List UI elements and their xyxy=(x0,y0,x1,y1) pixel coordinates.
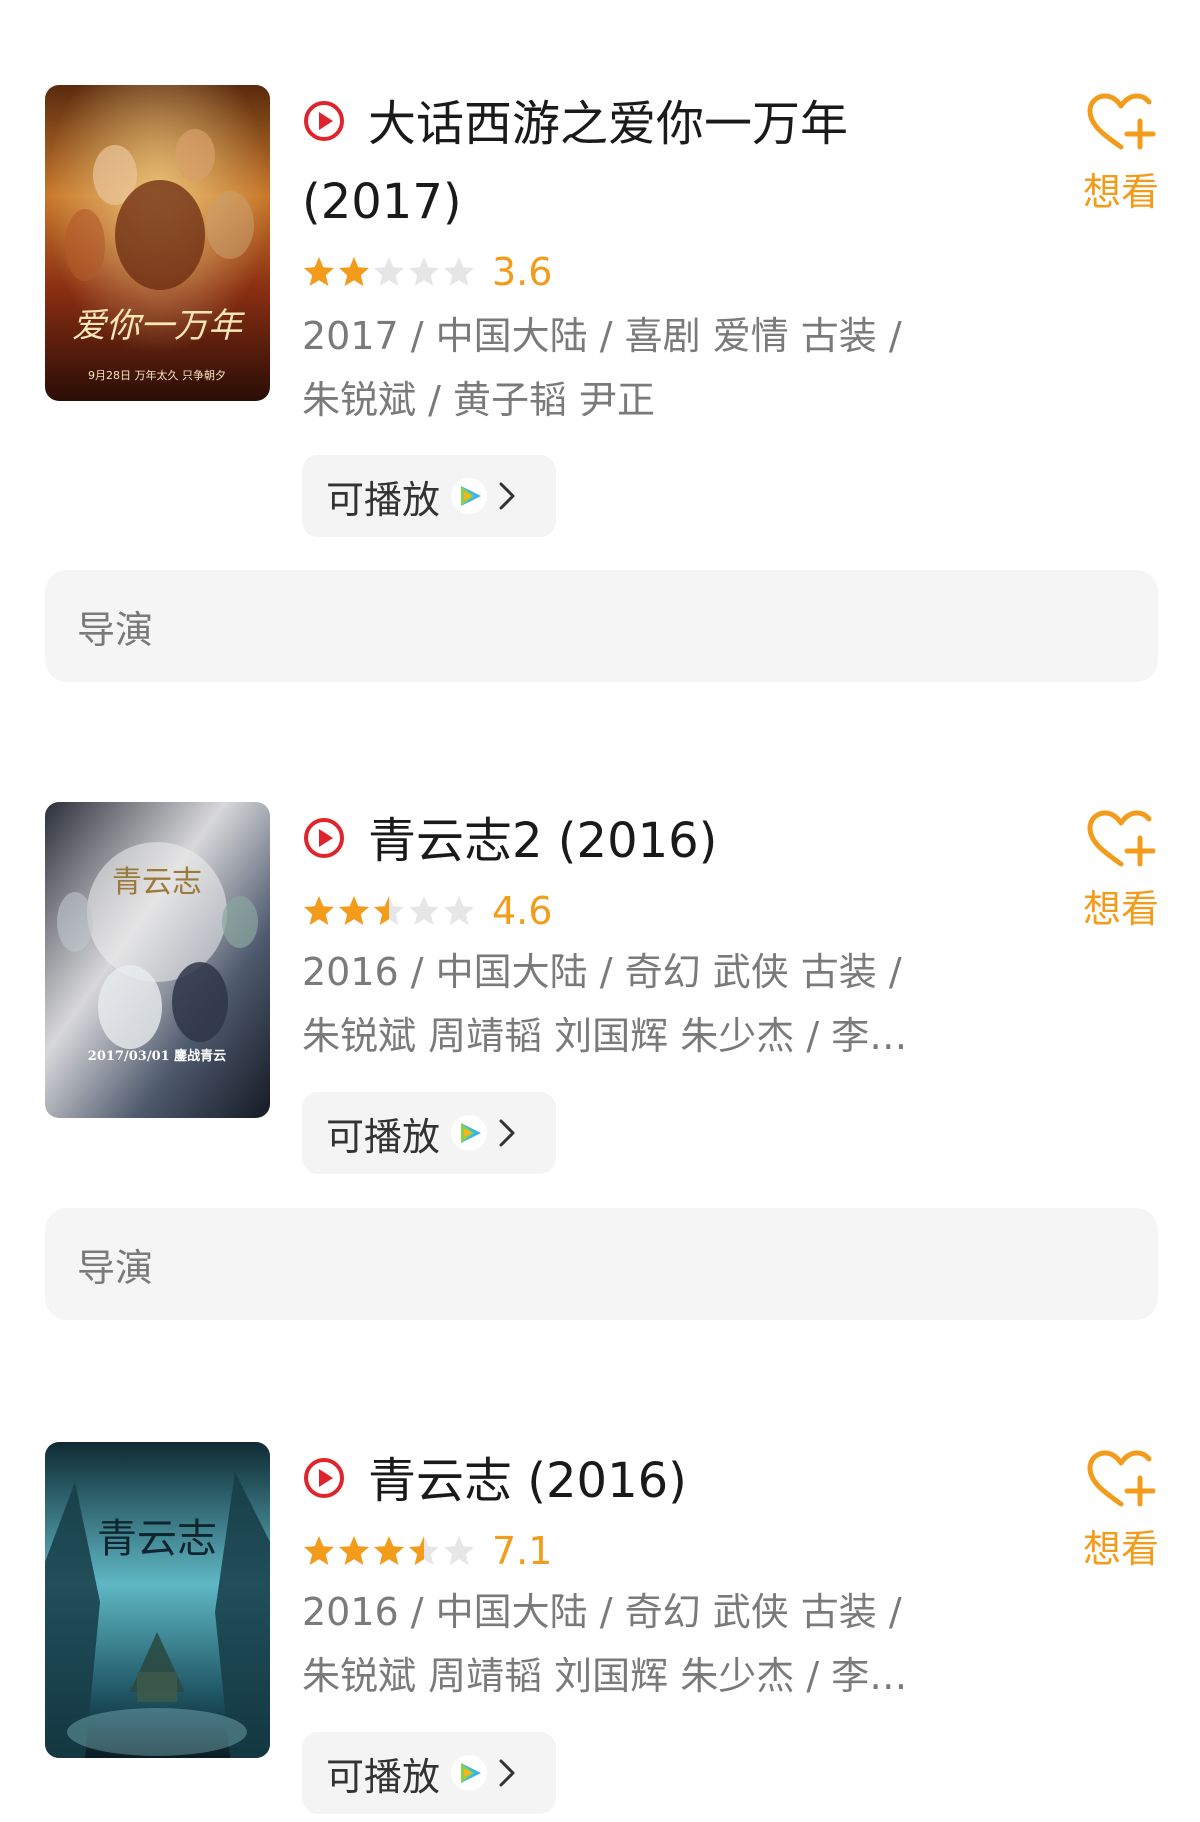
rating-row: 7.1 xyxy=(302,1529,553,1573)
star-icon xyxy=(374,896,389,925)
heart-plus-icon xyxy=(1087,810,1156,867)
want-to-watch-button[interactable]: 想看 xyxy=(1076,1448,1166,1573)
poster-caption: 9月28日 万年太久 只争朝夕 xyxy=(88,368,226,382)
movie-title[interactable]: 青云志2 (2016) xyxy=(302,802,922,880)
star-icon xyxy=(304,896,334,925)
tencent-video-icon xyxy=(451,1115,488,1151)
poster-image: 青云志 xyxy=(45,1442,270,1758)
tencent-video-icon xyxy=(451,1755,488,1791)
playable-button[interactable]: 可播放 xyxy=(302,1092,556,1174)
heart-plus-icon xyxy=(1087,93,1156,150)
movie-title[interactable]: 大话西游之爱你一万年 (2017) xyxy=(302,85,922,241)
director-label: 导演 xyxy=(77,1245,154,1290)
rating-score: 7.1 xyxy=(492,1529,553,1573)
poster-title-text: 青云志 xyxy=(112,865,202,900)
heart-plus-icon xyxy=(1087,1450,1156,1507)
poster-image: 爱你一万年 9月28日 万年太久 只争朝夕 xyxy=(45,85,270,401)
movie-poster[interactable]: 青云志 xyxy=(45,1442,270,1758)
playable-button[interactable]: 可播放 xyxy=(302,455,556,537)
tencent-video-icon xyxy=(451,478,488,514)
poster-caption: 2017/03/01 鏖战青云 xyxy=(88,1048,226,1064)
movie-title[interactable]: 青云志 (2016) xyxy=(302,1442,922,1520)
want-to-watch-button[interactable]: 想看 xyxy=(1076,808,1166,933)
star-icon xyxy=(444,257,474,286)
chevron-right-icon xyxy=(499,1119,515,1147)
poster-title-text: 爱你一万年 xyxy=(72,306,245,346)
director-label: 导演 xyxy=(77,607,154,652)
star-icon xyxy=(339,257,369,286)
star-icon xyxy=(409,896,439,925)
playable-button[interactable]: 可播放 xyxy=(302,1732,556,1814)
star-icon xyxy=(374,257,404,286)
star-rating xyxy=(302,1534,476,1568)
star-icon xyxy=(444,1536,474,1565)
rating-row: 3.6 xyxy=(302,250,553,294)
star-icon xyxy=(339,1536,369,1565)
star-icon xyxy=(304,1536,334,1565)
movie-meta-line2: 朱锐斌 周靖韬 刘国辉 朱少杰 / 李… xyxy=(302,1654,908,1698)
star-icon xyxy=(374,1536,404,1565)
rating-score: 3.6 xyxy=(492,250,553,294)
movie-meta-line1: 2016 / 中国大陆 / 奇幻 武侠 古装 / xyxy=(302,1590,902,1634)
director-bar[interactable]: 导演 xyxy=(45,570,1158,682)
movie-meta-line2: 朱锐斌 / 黄子韬 尹正 xyxy=(302,378,656,422)
want-label: 想看 xyxy=(1082,1527,1159,1571)
star-rating xyxy=(302,255,476,289)
movie-meta-line2: 朱锐斌 周靖韬 刘国辉 朱少杰 / 李… xyxy=(302,1014,908,1058)
star-icon xyxy=(409,257,439,286)
chevron-right-icon xyxy=(499,1759,515,1787)
star-icon xyxy=(339,896,369,925)
poster-title-text: 青云志 xyxy=(97,1516,217,1562)
movie-poster[interactable]: 爱你一万年 9月28日 万年太久 只争朝夕 xyxy=(45,85,270,401)
want-to-watch-button[interactable]: 想看 xyxy=(1076,91,1166,216)
director-bar[interactable]: 导演 xyxy=(45,1208,1158,1320)
star-icon xyxy=(444,896,474,925)
movie-meta-line1: 2016 / 中国大陆 / 奇幻 武侠 古装 / xyxy=(302,950,902,994)
playable-label: 可播放 xyxy=(326,477,441,522)
rating-row: 4.6 xyxy=(302,889,553,933)
star-rating xyxy=(302,894,476,928)
star-icon xyxy=(304,257,334,286)
movie-meta-line1: 2017 / 中国大陆 / 喜剧 爱情 古装 / xyxy=(302,314,902,358)
star-icon xyxy=(409,1536,424,1565)
movie-poster[interactable]: 青云志 2017/03/01 鏖战青云 xyxy=(45,802,270,1118)
rating-score: 4.6 xyxy=(492,889,553,933)
movie-card-3[interactable]: 青云志 青云志 (2016) 7.1 2016 / 中国大陆 / 奇幻 武侠 古… xyxy=(0,1442,1200,1822)
playable-label: 可播放 xyxy=(326,1114,441,1159)
chevron-right-icon xyxy=(499,482,515,510)
poster-image: 青云志 2017/03/01 鏖战青云 xyxy=(45,802,270,1118)
want-label: 想看 xyxy=(1082,170,1159,214)
playable-label: 可播放 xyxy=(326,1754,441,1799)
want-label: 想看 xyxy=(1082,887,1159,931)
